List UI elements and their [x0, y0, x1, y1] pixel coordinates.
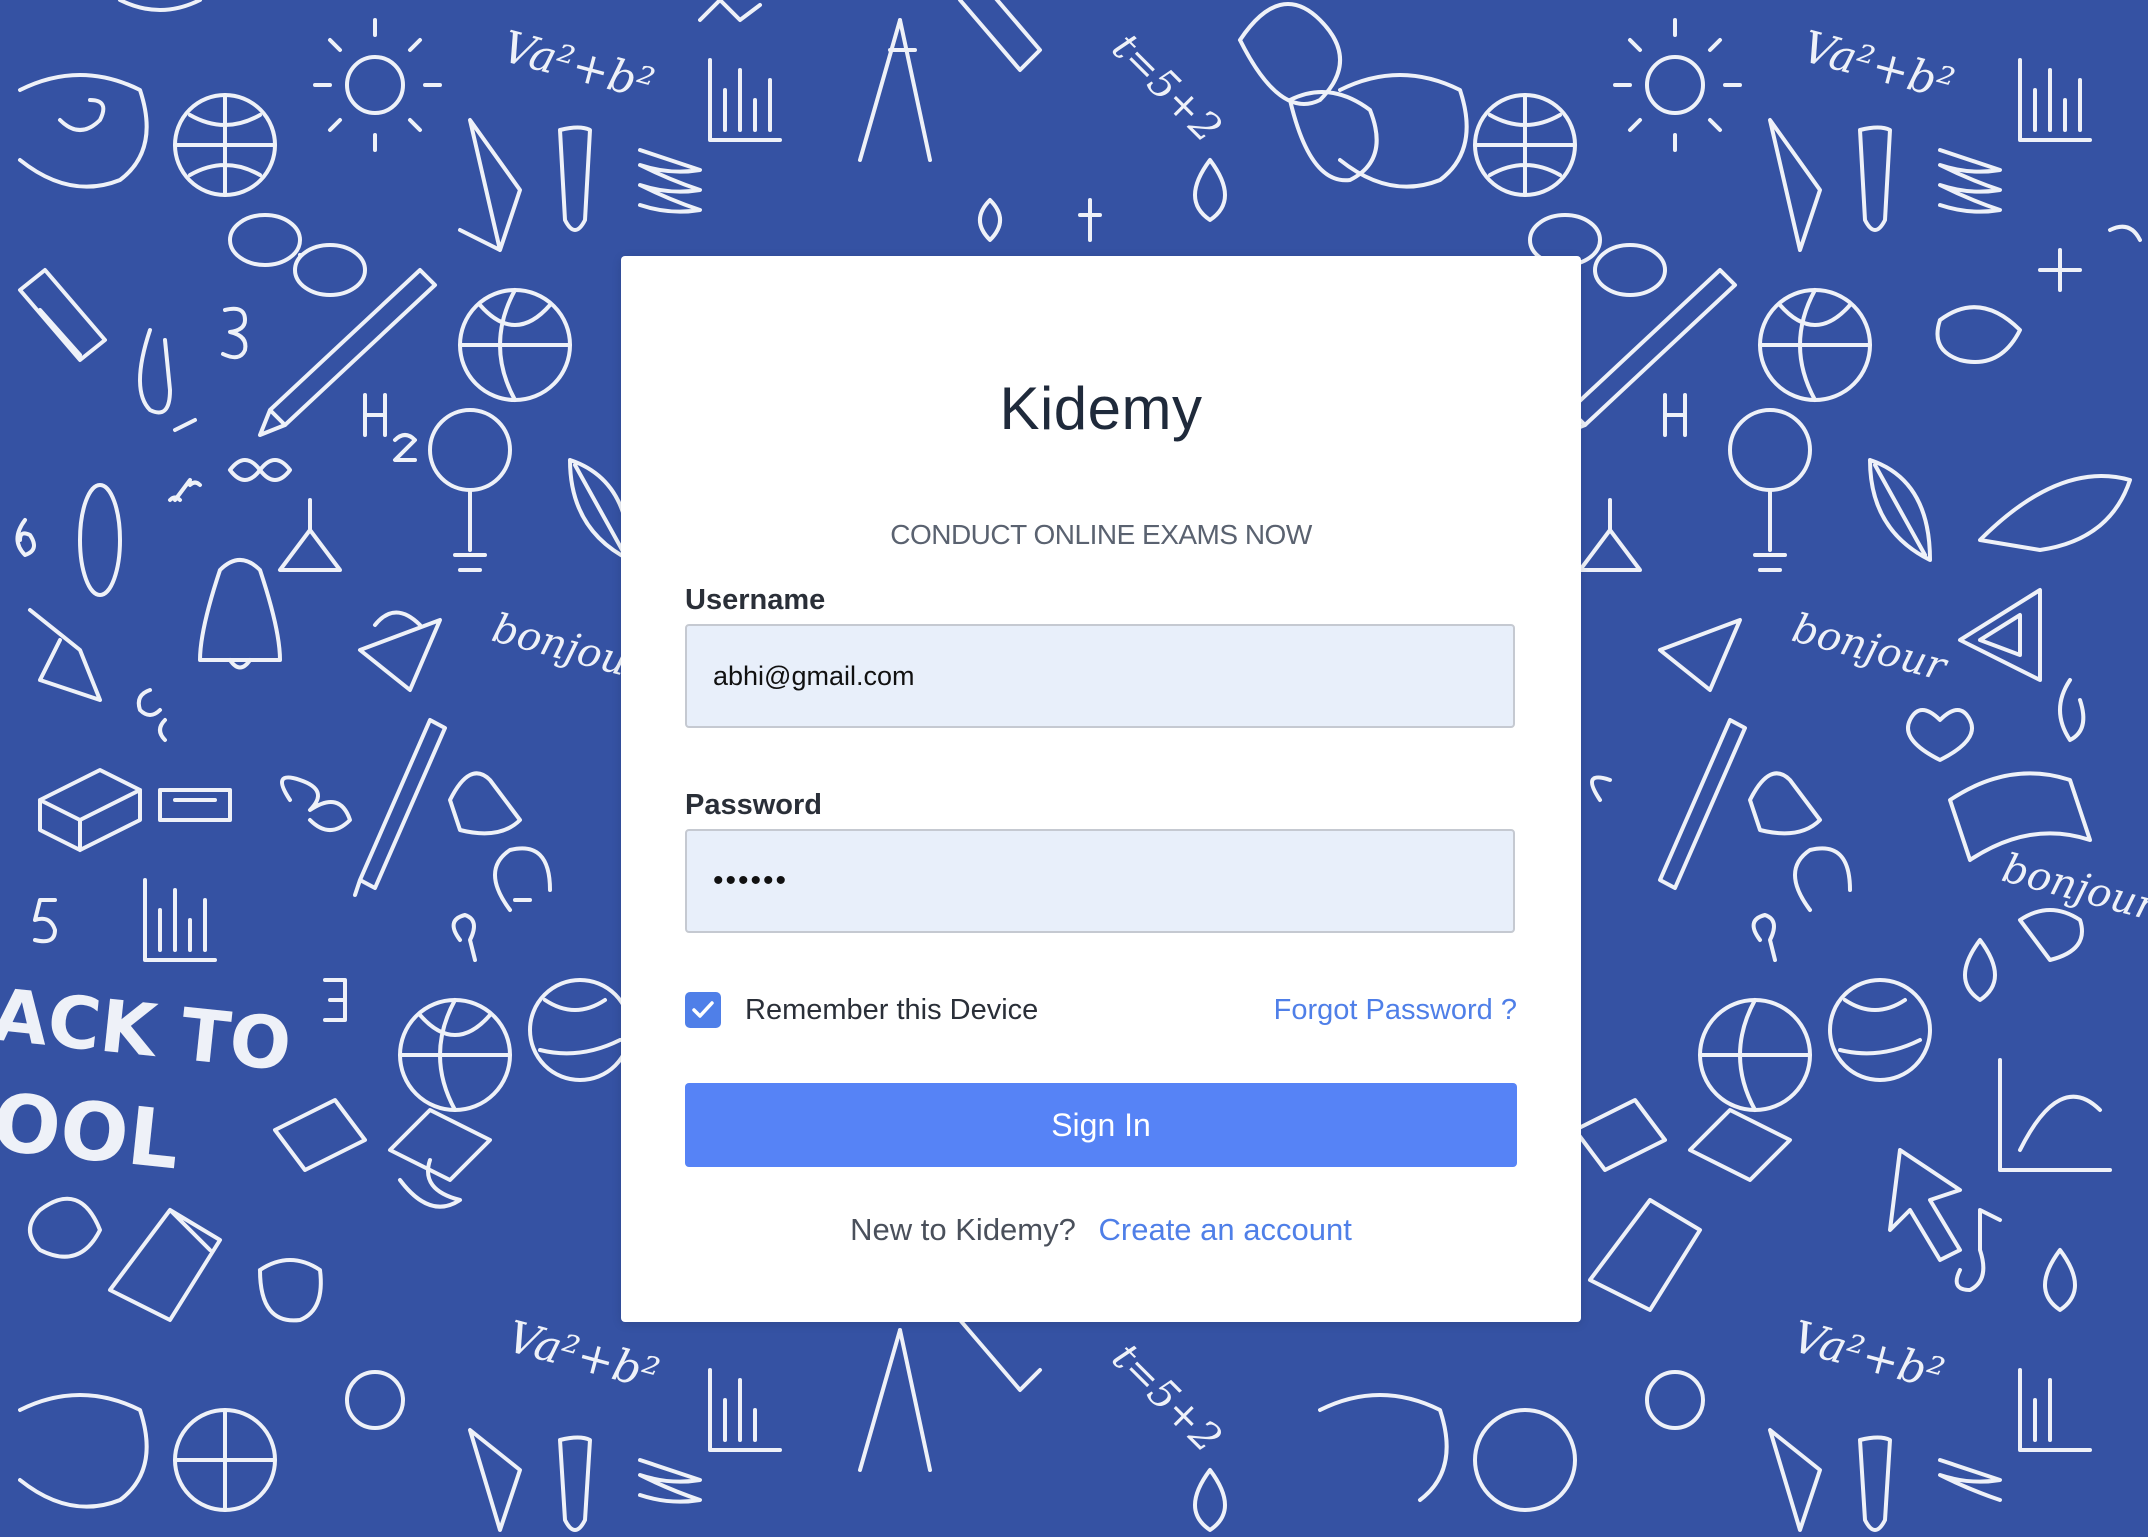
- password-input[interactable]: [685, 829, 1515, 933]
- remember-device-row: Remember this Device: [685, 990, 1038, 1030]
- svg-text:bonjour: bonjour: [1997, 845, 2148, 931]
- globe-doodle: [173, 93, 277, 197]
- sign-in-button[interactable]: Sign In: [685, 1083, 1517, 1167]
- brand-title: Kidemy: [999, 375, 1203, 442]
- remember-device-checkbox[interactable]: [685, 992, 721, 1028]
- svg-text:t=5+2: t=5+2: [1103, 25, 1230, 152]
- svg-text:Va²+b²: Va²+b²: [1797, 21, 1959, 110]
- create-account-link[interactable]: Create an account: [1099, 1212, 1352, 1247]
- signup-prompt: New to Kidemy?: [850, 1212, 1076, 1247]
- svg-text:Va²+b²: Va²+b²: [497, 21, 659, 110]
- forgot-password-link[interactable]: Forgot Password ?: [1274, 990, 1517, 1030]
- password-label: Password: [685, 789, 822, 821]
- login-card: Kidemy CONDUCT ONLINE EXAMS NOW Username…: [621, 256, 1581, 1322]
- username-input[interactable]: [685, 624, 1515, 728]
- username-label: Username: [685, 584, 826, 616]
- remember-device-label: Remember this Device: [745, 993, 1039, 1026]
- svg-text:bonjour: bonjour: [1787, 605, 1953, 691]
- checkmark-icon: [692, 1001, 714, 1018]
- svg-text:ACK TO: ACK TO: [0, 972, 295, 1087]
- svg-text:Va²+b²: Va²+b²: [1787, 1311, 1949, 1400]
- svg-text:OOL: OOL: [0, 1075, 184, 1187]
- svg-text:Va²+b²: Va²+b²: [502, 1311, 664, 1400]
- lightbulb-doodle: [18, 73, 149, 189]
- brand-tagline: CONDUCT ONLINE EXAMS NOW: [890, 519, 1312, 550]
- signup-row: New to Kidemy? Create an account: [621, 1212, 1581, 1248]
- sun-doodle: [313, 18, 442, 152]
- svg-text:t=5+2: t=5+2: [1103, 1335, 1230, 1462]
